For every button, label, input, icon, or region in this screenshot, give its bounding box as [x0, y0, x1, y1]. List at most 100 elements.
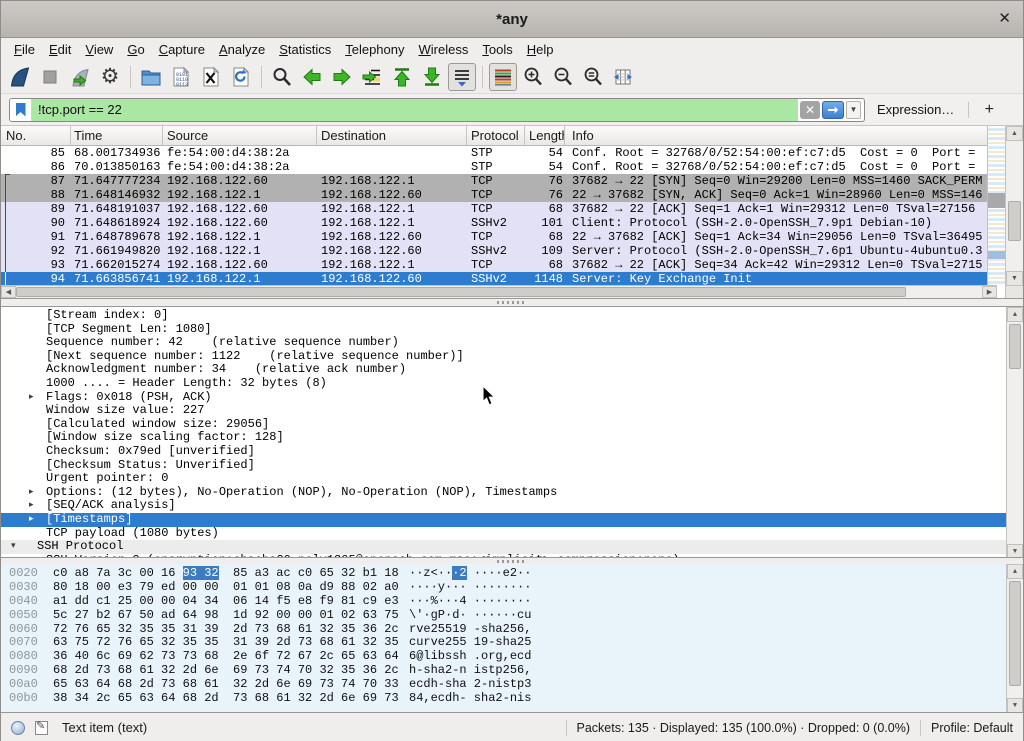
scroll-up-icon[interactable] [1007, 564, 1023, 579]
zoom-reset-button[interactable] [579, 63, 607, 91]
auto-scroll-button[interactable] [448, 63, 476, 91]
detail-line[interactable]: [Calculated window size: 29056] [1, 418, 1006, 432]
hex-row[interactable]: 009068 2d 73 68 61 32 2d 6e 69 73 74 70 … [1, 664, 1023, 678]
go-forward-button[interactable] [328, 63, 356, 91]
hex-row[interactable]: 006072 76 65 32 35 35 31 39 2d 73 68 61 … [1, 623, 1023, 637]
details-vscrollbar[interactable] [1006, 307, 1023, 558]
filter-expression-text[interactable]: !tcp.port == 22 [32, 99, 798, 121]
find-packet-button[interactable] [268, 63, 296, 91]
scroll-right-icon[interactable] [982, 286, 997, 298]
menu-edit[interactable]: Edit [42, 40, 78, 59]
menu-wireless[interactable]: Wireless [412, 40, 476, 59]
scroll-down-icon[interactable] [1007, 698, 1023, 713]
packet-list-vscrollbar[interactable] [1005, 126, 1023, 286]
detail-line[interactable]: Window size value: 227 [1, 404, 1006, 418]
scroll-up-icon[interactable] [1007, 307, 1023, 322]
column-header-no[interactable]: No. [1, 126, 71, 145]
detail-line-timestamps-selected[interactable]: [Timestamps] [1, 513, 1006, 527]
save-file-button[interactable]: 010101100113 [167, 63, 195, 91]
vscroll-thumb[interactable] [1008, 201, 1021, 241]
packet-list-hscrollbar[interactable] [1, 285, 997, 298]
open-file-button[interactable] [137, 63, 165, 91]
packet-row-89[interactable]: 8971.648191037192.168.122.60192.168.122.… [1, 202, 989, 216]
expression-button[interactable]: Expression… [877, 102, 954, 117]
column-header-info[interactable]: Info [565, 126, 989, 145]
zoom-in-button[interactable] [519, 63, 547, 91]
capture-options-button[interactable]: ⚙ [96, 63, 124, 91]
packet-row-93[interactable]: 9371.662015274192.168.122.60192.168.122.… [1, 258, 989, 272]
hscroll-track[interactable] [16, 286, 982, 298]
detail-line-options[interactable]: Options: (12 bytes), No-Operation (NOP),… [1, 486, 1006, 500]
packet-row-91[interactable]: 9171.648789678192.168.122.1192.168.122.6… [1, 230, 989, 244]
add-filter-button[interactable]: + [979, 101, 999, 119]
detail-line[interactable]: [Stream index: 0] [1, 309, 1006, 323]
go-last-packet-button[interactable] [418, 63, 446, 91]
column-header-destination[interactable]: Destination [317, 126, 467, 145]
start-capture-button[interactable] [6, 63, 34, 91]
column-header-time[interactable]: Time [71, 126, 163, 145]
menu-help[interactable]: Help [520, 40, 561, 59]
profile-label[interactable]: Profile: Default [931, 721, 1013, 735]
expander-expanded-icon[interactable] [11, 540, 16, 554]
detail-line[interactable]: Acknowledgment number: 34 (relative ack … [1, 363, 1006, 377]
expander-collapsed-icon[interactable] [29, 391, 34, 405]
hex-row[interactable]: 00505c 27 b2 67 50 ad 64 98 1d 92 00 00 … [1, 609, 1023, 623]
capture-comment-icon[interactable] [35, 721, 48, 735]
detail-line[interactable]: TCP payload (1080 bytes) [1, 527, 1006, 541]
packet-row-94-selected[interactable]: 9471.663856741192.168.122.1192.168.122.6… [1, 272, 989, 286]
packet-row-92[interactable]: 9271.661949820192.168.122.1192.168.122.6… [1, 244, 989, 258]
menu-file[interactable]: File [7, 40, 42, 59]
filter-history-dropdown[interactable]: ▼ [846, 101, 861, 119]
colorize-packets-button[interactable] [489, 63, 517, 91]
detail-line-seq-ack[interactable]: [SEQ/ACK analysis] [1, 499, 1006, 513]
expert-info-icon[interactable] [11, 721, 25, 735]
packet-row-86[interactable]: 8670.013850163fe:54:00:d4:38:2aSTP54Conf… [1, 160, 989, 174]
hscroll-thumb[interactable] [16, 287, 906, 297]
column-header-protocol[interactable]: Protocol [467, 126, 525, 145]
packet-row-90[interactable]: 9071.648618924192.168.122.60192.168.122.… [1, 216, 989, 230]
menu-capture[interactable]: Capture [152, 40, 212, 59]
detail-line[interactable]: Checksum: 0x79ed [unverified] [1, 445, 1006, 459]
scroll-left-icon[interactable] [1, 286, 16, 298]
display-filter-input[interactable]: !tcp.port == 22 ✕ ➞ ▼ [9, 98, 865, 122]
packet-row-87[interactable]: 8771.647777234192.168.122.60192.168.122.… [1, 174, 989, 188]
vscroll-thumb[interactable] [1009, 581, 1021, 686]
vscroll-thumb[interactable] [1009, 324, 1021, 369]
hex-row[interactable]: 008036 40 6c 69 62 73 73 68 2e 6f 72 67 … [1, 650, 1023, 664]
hex-row[interactable]: 00a065 63 64 68 2d 73 68 61 32 2d 6e 69 … [1, 678, 1023, 692]
scroll-down-icon[interactable] [1006, 271, 1023, 286]
go-first-packet-button[interactable] [388, 63, 416, 91]
detail-line-ssh-protocol[interactable]: SSH Protocol [1, 540, 1006, 554]
hex-row[interactable]: 003080 18 00 e3 79 ed 00 00 01 01 08 0a … [1, 581, 1023, 595]
hex-vscrollbar[interactable] [1006, 564, 1023, 713]
reload-file-button[interactable] [227, 63, 255, 91]
titlebar[interactable]: *any ✕ [1, 1, 1023, 38]
menu-tools[interactable]: Tools [475, 40, 519, 59]
detail-line[interactable]: Urgent pointer: 0 [1, 472, 1006, 486]
filter-clear-button[interactable]: ✕ [800, 101, 820, 119]
menu-view[interactable]: View [78, 40, 120, 59]
pane-splitter-top[interactable] [1, 299, 1023, 306]
detail-line[interactable]: [TCP Segment Len: 1080] [1, 323, 1006, 337]
detail-line[interactable]: [Checksum Status: Unverified] [1, 459, 1006, 473]
menu-statistics[interactable]: Statistics [272, 40, 338, 59]
hex-row[interactable]: 007063 75 72 76 65 32 35 35 31 39 2d 73 … [1, 636, 1023, 650]
go-to-packet-button[interactable] [358, 63, 386, 91]
packet-row-85[interactable]: 8568.001734936fe:54:00:d4:38:2aSTP54Conf… [1, 146, 989, 160]
zoom-out-button[interactable] [549, 63, 577, 91]
hex-row[interactable]: 0020 c0 a8 7a 3c 00 16 93 32 85 a3 ac c0… [1, 567, 1023, 581]
menu-analyze[interactable]: Analyze [212, 40, 272, 59]
packet-bytes-pane[interactable]: 0020 c0 a8 7a 3c 00 16 93 32 85 a3 ac c0… [1, 564, 1023, 713]
packet-row-88[interactable]: 8871.648146932192.168.122.1192.168.122.6… [1, 188, 989, 202]
menu-go[interactable]: Go [120, 40, 151, 59]
detail-line[interactable]: Sequence number: 42 (relative sequence n… [1, 336, 1006, 350]
resize-columns-button[interactable] [609, 63, 637, 91]
expander-collapsed-icon[interactable] [29, 486, 34, 500]
detail-line[interactable]: 1000 .... = Header Length: 32 bytes (8) [1, 377, 1006, 391]
filter-bookmark-button[interactable] [10, 99, 32, 121]
go-back-button[interactable] [298, 63, 326, 91]
filter-apply-button[interactable]: ➞ [822, 101, 844, 119]
column-header-source[interactable]: Source [163, 126, 317, 145]
expander-collapsed-icon[interactable] [29, 499, 34, 513]
packet-list-minimap[interactable] [987, 126, 1005, 286]
